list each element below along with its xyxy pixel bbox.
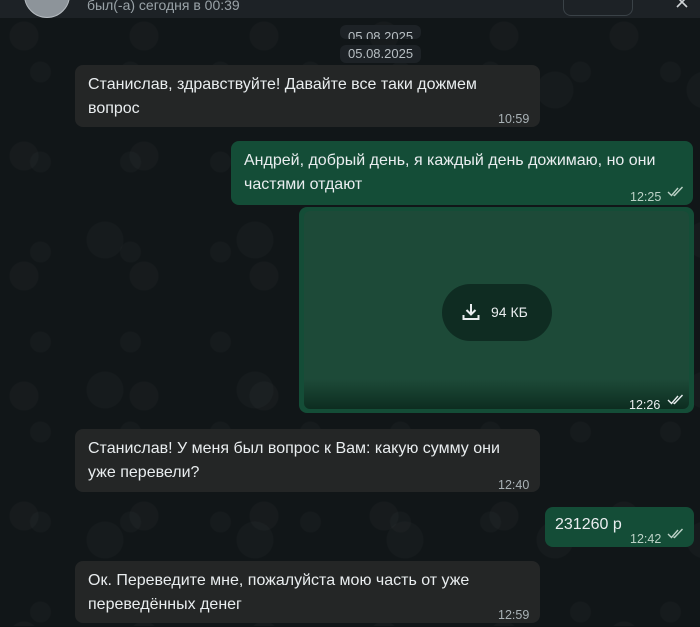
message-time: 12:59 bbox=[498, 608, 530, 622]
date-chip: 05.08.2025 bbox=[340, 45, 422, 63]
message-text: Андрей, добрый день, я каждый день дожим… bbox=[244, 152, 656, 193]
message-incoming[interactable]: Станислав, здравствуйте! Давайте все так… bbox=[75, 65, 540, 127]
message-text: Станислав! У меня был вопрос к Вам: каку… bbox=[88, 440, 500, 481]
download-button[interactable]: 94 КБ bbox=[442, 284, 552, 341]
double-check-icon bbox=[667, 528, 684, 539]
message-text: Станислав, здравствуйте! Давайте все так… bbox=[88, 76, 477, 117]
message-time: 12:40 bbox=[498, 478, 530, 492]
message-text: 231260 р bbox=[555, 516, 622, 533]
message-outgoing[interactable]: Андрей, добрый день, я каждый день дожим… bbox=[231, 141, 693, 205]
double-check-icon bbox=[667, 186, 684, 197]
close-icon[interactable] bbox=[674, 0, 690, 10]
message-incoming[interactable]: Станислав! У меня был вопрос к Вам: каку… bbox=[75, 429, 540, 492]
header-action-button[interactable] bbox=[563, 0, 633, 16]
message-time: 10:59 bbox=[498, 112, 530, 126]
date-chip: 05.08.2025 bbox=[340, 25, 422, 39]
message-time: 12:26 bbox=[629, 398, 661, 412]
file-size: 94 КБ bbox=[491, 304, 528, 320]
avatar[interactable] bbox=[24, 0, 70, 18]
download-icon bbox=[462, 304, 480, 320]
message-time: 12:25 bbox=[630, 190, 662, 204]
chat-header: был(-а) сегодня в 00:39 bbox=[0, 0, 700, 18]
message-text: Ок. Переведите мне, пожалуйста мою часть… bbox=[88, 572, 470, 613]
message-outgoing[interactable]: 231260 р 12:42 bbox=[545, 507, 694, 547]
last-seen-status: был(-а) сегодня в 00:39 bbox=[87, 0, 240, 13]
message-file[interactable]: 94 КБ 12:26 bbox=[299, 207, 694, 413]
message-time: 12:42 bbox=[630, 532, 662, 546]
message-incoming[interactable]: Ок. Переведите мне, пожалуйста мою часть… bbox=[75, 561, 540, 623]
double-check-icon bbox=[667, 394, 684, 405]
